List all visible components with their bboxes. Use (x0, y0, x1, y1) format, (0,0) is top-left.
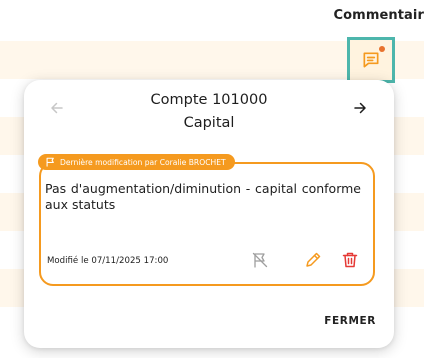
comment-button[interactable] (347, 37, 395, 83)
modified-date: Modifié le 07/11/2025 17:00 (47, 256, 169, 266)
flag-icon (46, 157, 54, 167)
column-header-comments: Commentair (333, 8, 424, 23)
last-modified-badge: Dernière modification par Coralie BROCHE… (38, 154, 235, 170)
edit-button[interactable] (304, 251, 322, 269)
badge-label: Dernière modification par Coralie BROCHE… (60, 157, 226, 167)
notification-dot (379, 46, 385, 52)
page: Commentair Compte 101000 Capital Dernièr… (0, 0, 424, 358)
next-button[interactable] (352, 100, 368, 116)
pencil-icon (306, 252, 321, 267)
flag-off-icon (252, 252, 268, 268)
account-title: Compte 101000 (150, 92, 268, 108)
trash-icon (342, 252, 358, 268)
comment-icon (363, 52, 379, 68)
arrow-right-icon (354, 102, 366, 114)
comment-dialog: Compte 101000 Capital Dernière modificat… (24, 80, 394, 348)
delete-button[interactable] (341, 251, 359, 269)
close-button[interactable]: FERMER (324, 315, 376, 327)
comment-text: Pas d'augmentation/diminution - capital … (45, 181, 361, 212)
unflag-button[interactable] (251, 251, 269, 269)
account-subtitle: Capital (183, 115, 235, 131)
